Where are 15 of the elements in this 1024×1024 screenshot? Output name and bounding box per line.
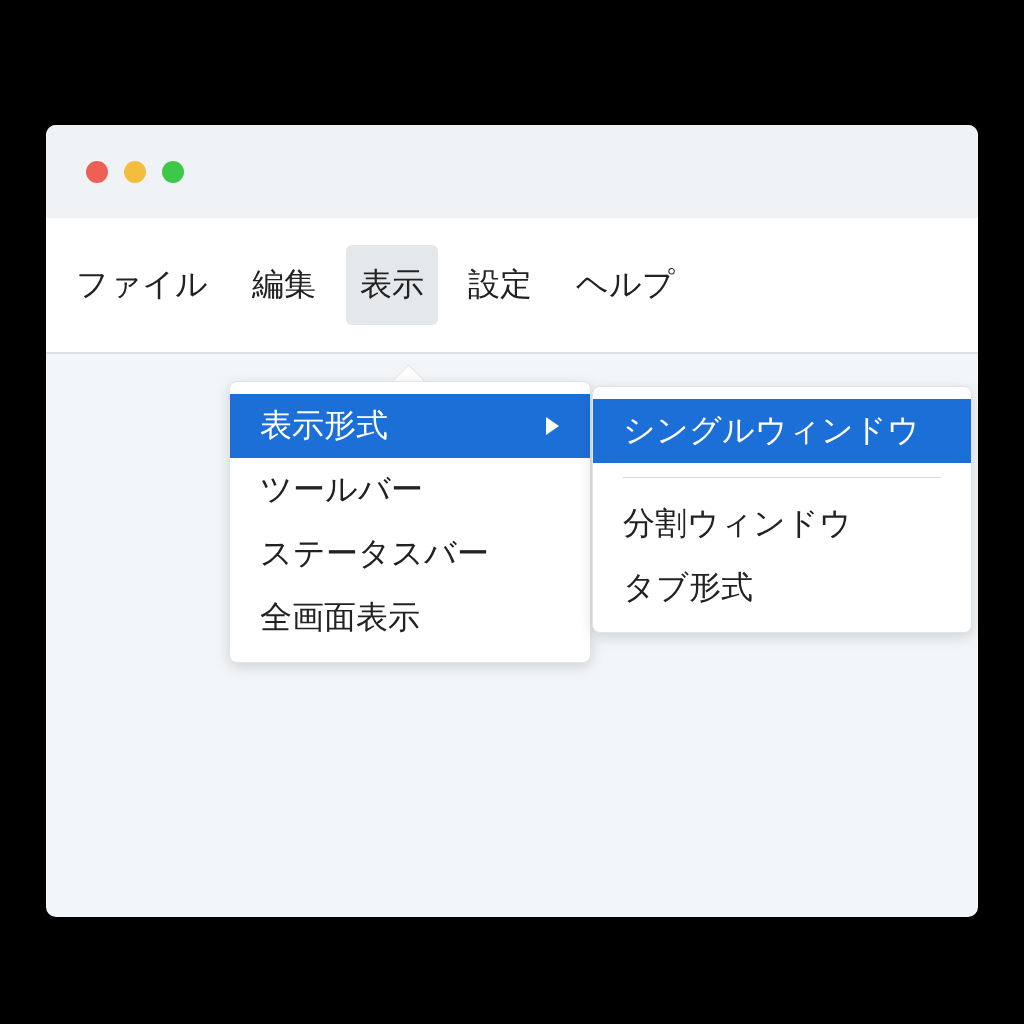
menu-item[interactable]: ファイル <box>62 245 222 325</box>
dropdown-item[interactable]: ステータスバー <box>230 522 590 586</box>
submenu-item[interactable]: シングルウィンドウ <box>593 399 971 463</box>
submenu-item[interactable]: タブ形式 <box>593 556 971 620</box>
menu-item[interactable]: 編集 <box>238 245 330 325</box>
window-control[interactable] <box>162 160 184 183</box>
menu-item[interactable]: 表示 <box>346 245 438 325</box>
menu-item[interactable]: 設定 <box>454 245 546 325</box>
window-control[interactable] <box>86 160 108 183</box>
dropdown-item[interactable]: 全画面表示 <box>230 586 590 650</box>
submenu-item[interactable]: 分割ウィンドウ <box>593 492 971 556</box>
menu-item[interactable]: ヘルプ <box>562 245 689 325</box>
window-control[interactable] <box>124 160 146 183</box>
dropdown-item[interactable]: 表示形式 <box>230 394 590 458</box>
dropdown-item[interactable]: ツールバー <box>230 458 590 522</box>
